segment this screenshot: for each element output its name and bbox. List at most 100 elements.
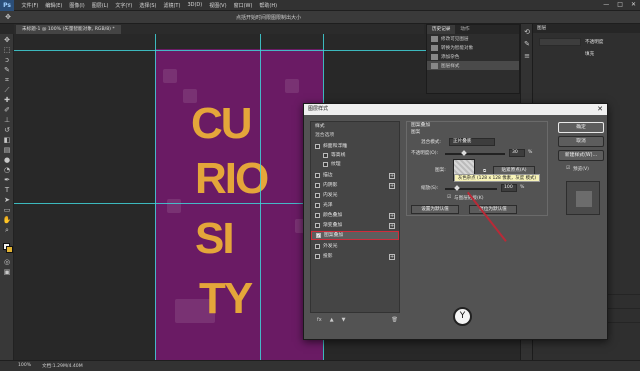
close-icon[interactable]: ✕ — [597, 104, 603, 115]
healing-icon[interactable]: ✚ — [2, 96, 12, 105]
menu-edit[interactable]: 编辑(E) — [45, 2, 62, 9]
checkbox[interactable] — [323, 153, 328, 158]
menu-select[interactable]: 选择(S) — [139, 2, 156, 9]
eyedropper-icon[interactable]: ⟋ — [2, 86, 12, 95]
scale-slider-knob[interactable] — [454, 185, 460, 191]
lasso-icon[interactable]: ↄ — [2, 56, 12, 65]
cancel-button[interactable]: 取消 — [558, 136, 604, 147]
ok-button[interactable]: 确定 — [558, 122, 604, 133]
menu-filter[interactable]: 滤镜(T) — [163, 2, 180, 9]
style-item-pattern-overlay[interactable]: ✓ 图案叠加 — [311, 231, 399, 240]
brush-icon[interactable]: ✐ — [2, 106, 12, 115]
type-icon[interactable]: T — [2, 186, 12, 195]
eraser-icon[interactable]: ◧ — [2, 136, 12, 145]
checkbox[interactable] — [315, 244, 320, 249]
tab-actions[interactable]: 动作 — [455, 25, 474, 34]
properties-panel-icon[interactable]: ≡ — [522, 52, 532, 61]
guide-horizontal[interactable] — [14, 50, 426, 51]
style-item-inner-shadow[interactable]: 内阴影 + — [311, 181, 399, 190]
style-item-contour[interactable]: 等高线 — [311, 151, 399, 160]
zoom-icon[interactable]: ⌕ — [2, 226, 12, 235]
add-effect-icon[interactable]: + — [389, 172, 395, 179]
close-window-button[interactable]: ✕ — [631, 1, 636, 8]
style-item-gradient-overlay[interactable]: 渐变叠加 + — [311, 221, 399, 230]
style-item-inner-glow[interactable]: 内发光 — [311, 191, 399, 200]
history-brush-icon[interactable]: ↺ — [2, 126, 12, 135]
hand-icon[interactable]: ✋ — [2, 216, 12, 225]
checkbox[interactable] — [315, 144, 320, 149]
style-item-drop-shadow[interactable]: 投影 + — [311, 252, 399, 261]
add-effect-icon[interactable]: + — [389, 222, 395, 229]
link-with-layer-checkbox[interactable]: ☑ — [447, 195, 451, 200]
opacity-input[interactable]: 30 — [509, 149, 525, 157]
path-select-icon[interactable]: ➤ — [2, 196, 12, 205]
move-icon[interactable]: ✥ — [2, 36, 12, 45]
maximize-button[interactable]: □ — [617, 1, 623, 8]
preview-checkbox[interactable]: ☑ — [566, 166, 570, 171]
checkbox[interactable] — [315, 213, 320, 218]
menu-image[interactable]: 图像(I) — [69, 2, 84, 9]
add-effect-icon[interactable]: + — [389, 182, 395, 189]
background-color-swatch[interactable] — [6, 246, 13, 253]
gradient-icon[interactable]: ▤ — [2, 146, 12, 155]
style-item-bevel[interactable]: 斜面和浮雕 — [311, 142, 399, 151]
checkbox[interactable] — [315, 223, 320, 228]
layers-panel-tab[interactable]: 图层 — [533, 24, 640, 33]
quick-select-icon[interactable]: ✎ — [2, 66, 12, 75]
checkbox[interactable] — [315, 254, 320, 259]
add-effect-icon[interactable]: + — [389, 253, 395, 260]
make-default-button[interactable]: 设置为默认值 — [411, 205, 459, 214]
history-item[interactable]: 图层样式 — [427, 61, 519, 70]
menu-type[interactable]: 文字(Y) — [115, 2, 132, 9]
shape-icon[interactable]: ▭ — [2, 206, 12, 215]
style-list-header[interactable]: 样式 — [311, 122, 399, 131]
add-effect-icon[interactable]: + — [389, 212, 395, 219]
scale-input[interactable]: 100 — [501, 184, 517, 192]
history-item[interactable]: 添加杂色 — [427, 52, 519, 61]
move-up-icon[interactable]: ▲ — [330, 317, 334, 323]
move-tool-icon[interactable]: ✥ — [3, 13, 13, 22]
style-item-satin[interactable]: 光泽 — [311, 201, 399, 210]
opacity-slider[interactable] — [445, 150, 505, 156]
history-item[interactable]: 修改可见图层 — [427, 34, 519, 43]
marquee-icon[interactable]: ⬚ — [2, 46, 12, 55]
menu-window[interactable]: 窗口(W) — [234, 2, 253, 9]
checkbox[interactable] — [315, 203, 320, 208]
pen-icon[interactable]: ✒ — [2, 176, 12, 185]
layer-kind-filter[interactable] — [539, 38, 581, 46]
style-item-stroke[interactable]: 描边 + — [311, 171, 399, 180]
checkbox[interactable] — [315, 193, 320, 198]
checkbox[interactable] — [315, 173, 320, 178]
quick-mask-icon[interactable]: ◎ — [2, 258, 12, 267]
opacity-slider-knob[interactable] — [461, 150, 467, 156]
screen-mode-icon[interactable]: ▣ — [2, 268, 12, 277]
history-panel-icon[interactable]: ⟲ — [522, 28, 532, 37]
style-item-outer-glow[interactable]: 外发光 — [311, 242, 399, 251]
menu-file[interactable]: 文件(F) — [22, 2, 39, 9]
menu-layer[interactable]: 图层(L) — [92, 2, 109, 9]
zoom-level[interactable]: 100% — [18, 363, 31, 368]
crop-icon[interactable]: ⌗ — [2, 76, 12, 85]
blending-options-item[interactable]: 混合选项 — [311, 131, 399, 140]
style-item-color-overlay[interactable]: 颜色叠加 + — [311, 211, 399, 220]
delete-icon[interactable]: 🗑 — [391, 317, 397, 323]
minimize-button[interactable]: — — [603, 1, 609, 8]
checkbox[interactable] — [315, 183, 320, 188]
scale-slider[interactable] — [445, 185, 497, 191]
document-tab[interactable]: 未标题-1 @ 100% (矢量智能对象, RGB/8) * — [16, 25, 121, 34]
blur-icon[interactable]: ● — [2, 156, 12, 165]
new-style-button[interactable]: 新建样式(W)... — [558, 150, 604, 161]
menu-3d[interactable]: 3D(D) — [187, 2, 202, 8]
tab-history[interactable]: 历史记录 — [427, 25, 456, 34]
checkbox-checked[interactable]: ✓ — [316, 233, 321, 238]
menu-view[interactable]: 视图(V) — [209, 2, 226, 9]
stamp-icon[interactable]: ⊥ — [2, 116, 12, 125]
menu-help[interactable]: 帮助(H) — [259, 2, 277, 9]
move-down-icon[interactable]: ▼ — [342, 317, 346, 323]
checkbox[interactable] — [323, 162, 328, 167]
dodge-icon[interactable]: ◔ — [2, 166, 12, 175]
style-item-texture[interactable]: 纹理 — [311, 160, 399, 169]
blend-mode-select[interactable]: 正片叠底 — [449, 138, 495, 146]
history-item[interactable]: 转换为智能对象 — [427, 43, 519, 52]
fx-icon[interactable]: fx — [317, 317, 322, 323]
